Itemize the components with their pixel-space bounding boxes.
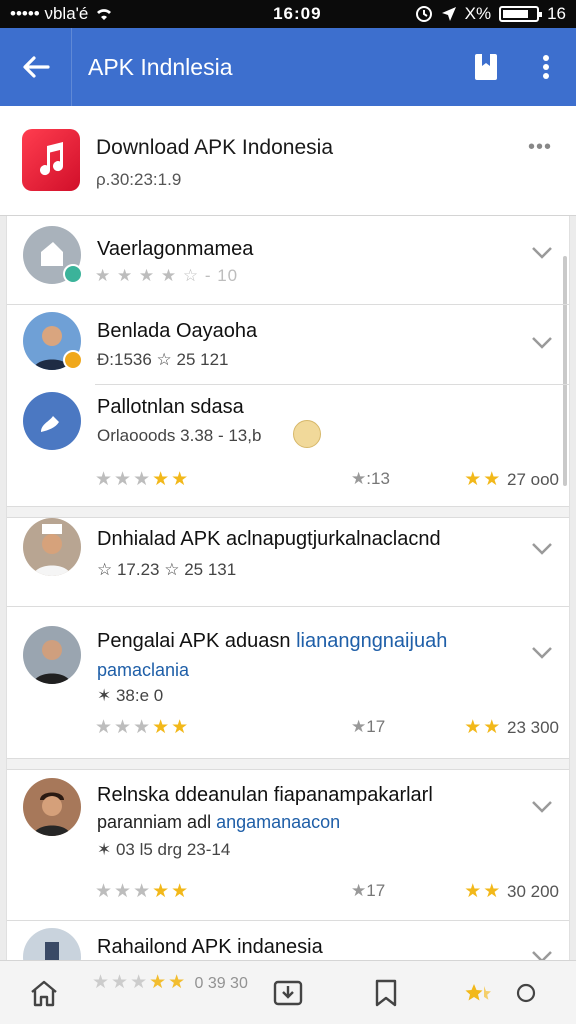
status-left: ••••• νbla'é <box>10 4 210 24</box>
app-logo <box>22 129 80 191</box>
chevron-down-icon[interactable] <box>531 246 553 260</box>
item-meta: ☆ 17.23 ☆ 25 131 <box>97 560 237 579</box>
item-name: Relnska ddeanulan fiapanampakarlarl <box>97 784 433 806</box>
right-rating: ★★ 30 200 <box>464 881 559 902</box>
location-icon <box>441 7 456 21</box>
list-item[interactable]: Rahailond APK indanesia <box>7 920 569 960</box>
item-name: Vaerlagonmamea <box>97 238 254 260</box>
mid-rating-value: 17 <box>366 881 386 900</box>
item-name: Dnhialad APK aclnapugtjurkalnaclacnd <box>97 528 441 550</box>
profile-button[interactable] <box>506 973 546 1013</box>
list-item[interactable]: Pengalai APK aduasn lianangngnaijuah pam… <box>7 606 569 756</box>
status-time: 16:09 <box>273 4 322 23</box>
item-meta: Orlaooods 3.38 - 13,b <box>97 426 262 445</box>
section-gap <box>7 758 569 770</box>
bookmark-icon <box>475 54 497 80</box>
home-icon <box>31 980 57 1007</box>
avatar <box>23 778 81 836</box>
item-meta: ✶ 03 l5 drg 23-14 <box>97 840 231 859</box>
app-version: ρ.30:23:1.9 <box>96 170 182 189</box>
battery-text: X% <box>464 4 492 23</box>
avatar <box>23 518 81 576</box>
item-meta: Ð:1536 ☆ 25 121 <box>97 350 229 369</box>
badge-icon <box>63 350 83 370</box>
section-gap <box>7 506 569 518</box>
item-name-link[interactable]: lianangngnaijuah <box>296 630 447 652</box>
app-title: APK Indnlesia <box>88 53 233 80</box>
item-name-text: Pengalai APK aduasn <box>97 630 291 652</box>
list-item[interactable]: Vaerlagonmamea ★ ★ ★ ★ ☆ - 10 <box>7 216 569 304</box>
item-meta: ✶ 38:e 0 <box>97 686 164 705</box>
mid-rating-value: 13 <box>370 469 390 488</box>
verified-badge-icon <box>63 264 83 284</box>
item-name: Benlada Oayaoha <box>97 320 258 342</box>
item-name: Pengalai APK aduasn lianangngnaijuah <box>97 630 447 653</box>
star-rating: ★★★★★ 0 39 30 <box>92 972 248 993</box>
bookmark-button[interactable] <box>456 28 516 106</box>
chevron-down-icon[interactable] <box>531 542 553 556</box>
battery-icon <box>499 6 543 22</box>
home-button[interactable] <box>24 973 64 1013</box>
item-rating: ★ ★ ★ ★ ☆ - 10 <box>95 266 239 285</box>
more-horizontal-icon[interactable]: ••• <box>528 136 552 159</box>
chevron-down-icon[interactable] <box>531 646 553 660</box>
item-name: Pallotnlan sdasa <box>97 396 244 418</box>
back-arrow-icon <box>22 56 50 78</box>
app-card[interactable]: Download APK Indonesia ρ.30:23:1.9 ••• <box>0 106 576 216</box>
alarm-icon <box>415 6 432 22</box>
circle-icon <box>516 983 536 1003</box>
right-rating-value: 23 300 <box>507 718 559 737</box>
item-sub-text: paranniam adl <box>97 812 212 832</box>
back-button[interactable] <box>0 28 72 106</box>
app-bar: APK Indnlesia <box>0 28 576 106</box>
app-name: Download APK Indonesia <box>96 136 333 159</box>
avatar <box>23 392 81 450</box>
avatar <box>23 626 81 684</box>
chevron-down-icon[interactable] <box>531 336 553 350</box>
star-rating: ★★★★★ <box>95 717 191 738</box>
right-rating-value: 30 200 <box>507 882 559 901</box>
mid-rating: ★17 <box>351 717 386 736</box>
favorites-button[interactable] <box>458 973 498 1013</box>
more-vertical-icon <box>543 55 549 79</box>
status-bar: ••••• νbla'é 16:09 X% 16 <box>0 0 576 28</box>
item-sub-link[interactable]: pamaclania <box>97 660 189 681</box>
list-item[interactable]: Pallotnlan sdasa Orlaooods 3.38 - 13,b ★… <box>7 384 569 504</box>
avatar <box>23 928 81 960</box>
download-icon <box>273 980 303 1006</box>
bottom-navigation: ★★★★★ 0 39 30 <box>0 960 576 1024</box>
list-item[interactable]: Relnska ddeanulan fiapanampakarlarl para… <box>7 770 569 920</box>
star-icon <box>465 984 491 1001</box>
wifi-icon <box>97 9 112 20</box>
item-sub: paranniam adl angamanaacon <box>97 812 340 833</box>
right-rating: ★★ 23 300 <box>464 717 559 738</box>
right-rating: ★★ 27 oo0 <box>464 469 559 490</box>
review-list[interactable]: Vaerlagonmamea ★ ★ ★ ★ ☆ - 10 Benlada Oa… <box>6 216 570 960</box>
item-meta: 0 39 30 <box>194 975 248 992</box>
chevron-down-icon[interactable] <box>531 950 553 960</box>
list-item[interactable]: Benlada Oayaoha Ð:1536 ☆ 25 121 <box>7 304 569 384</box>
mid-rating: ★:13 <box>351 469 390 488</box>
bookmark-outline-icon <box>375 979 397 1007</box>
overflow-menu-button[interactable] <box>516 28 576 106</box>
star-rating: ★★★★★ <box>95 881 191 902</box>
mid-rating: ★17 <box>351 881 386 900</box>
item-sub-link[interactable]: angamanaacon <box>216 812 340 832</box>
status-right: X% 16 <box>415 4 566 24</box>
item-name: Rahailond APK indanesia <box>97 936 323 958</box>
download-button[interactable] <box>268 973 308 1013</box>
bookmarks-button[interactable] <box>366 973 406 1013</box>
status-extra: 16 <box>547 4 566 23</box>
chevron-down-icon[interactable] <box>531 800 553 814</box>
star-rating: ★★★★★ <box>95 469 191 490</box>
carrier-text: ••••• νbla'é <box>10 4 89 23</box>
music-note-icon <box>40 142 64 176</box>
right-rating-value: 27 oo0 <box>507 470 559 489</box>
mid-rating-value: 17 <box>366 717 386 736</box>
list-item[interactable]: Dnhialad APK aclnapugtjurkalnaclacnd ☆ 1… <box>7 518 569 604</box>
emoji-icon <box>293 420 321 448</box>
